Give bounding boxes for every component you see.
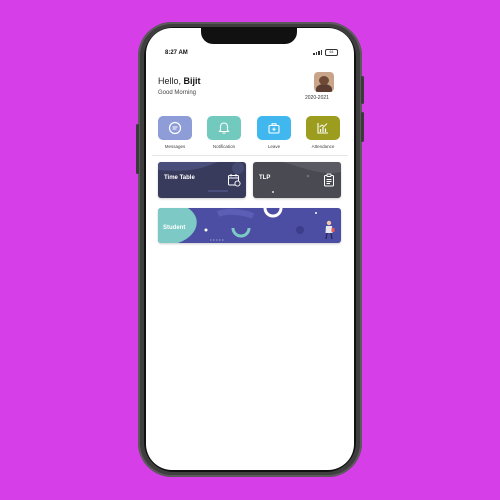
student-label: Student xyxy=(163,225,186,231)
status-time: 8:27 AM xyxy=(165,50,188,56)
leave-button[interactable] xyxy=(257,116,291,140)
notification-label: Notification xyxy=(212,144,236,149)
battery-icon: 64 xyxy=(325,49,338,56)
timetable-card[interactable]: Time Table xyxy=(158,162,246,198)
attendance-label: Attendance xyxy=(311,144,335,149)
messages-button[interactable] xyxy=(158,116,192,140)
side-button xyxy=(361,112,364,142)
session-year: 2020-2021 xyxy=(305,95,329,101)
messages-label: Messages xyxy=(164,144,186,149)
tlp-card[interactable]: TLP xyxy=(253,162,341,198)
user-name: Bijit xyxy=(183,76,201,86)
notch xyxy=(201,28,297,44)
avatar[interactable] xyxy=(314,72,334,92)
phone-screen: 8:27 AM 64 Hello, Bijit Good Morning 202… xyxy=(146,28,354,470)
briefcase-icon xyxy=(268,123,280,134)
volume-button xyxy=(136,124,139,174)
greeting-subtitle: Good Morning xyxy=(158,90,197,96)
bell-icon xyxy=(218,122,230,134)
signal-icon xyxy=(313,50,322,55)
hello-text: Hello, xyxy=(158,76,182,86)
timetable-label: Time Table xyxy=(164,175,195,181)
power-button xyxy=(361,76,364,104)
divider xyxy=(152,155,348,156)
student-figure-icon xyxy=(325,220,335,240)
greeting-title: Hello, Bijit xyxy=(158,76,201,86)
calendar-icon xyxy=(228,174,241,187)
student-card[interactable]: Student xyxy=(158,208,341,243)
message-icon xyxy=(168,121,182,135)
leave-label: Leave xyxy=(267,144,281,149)
status-icons: 64 xyxy=(313,49,338,56)
notification-button[interactable] xyxy=(207,116,241,140)
card-background-pattern xyxy=(158,208,317,243)
attendance-button[interactable] xyxy=(306,116,340,140)
clipboard-icon xyxy=(324,173,334,187)
tlp-label: TLP xyxy=(259,175,271,181)
chart-icon xyxy=(317,123,328,134)
